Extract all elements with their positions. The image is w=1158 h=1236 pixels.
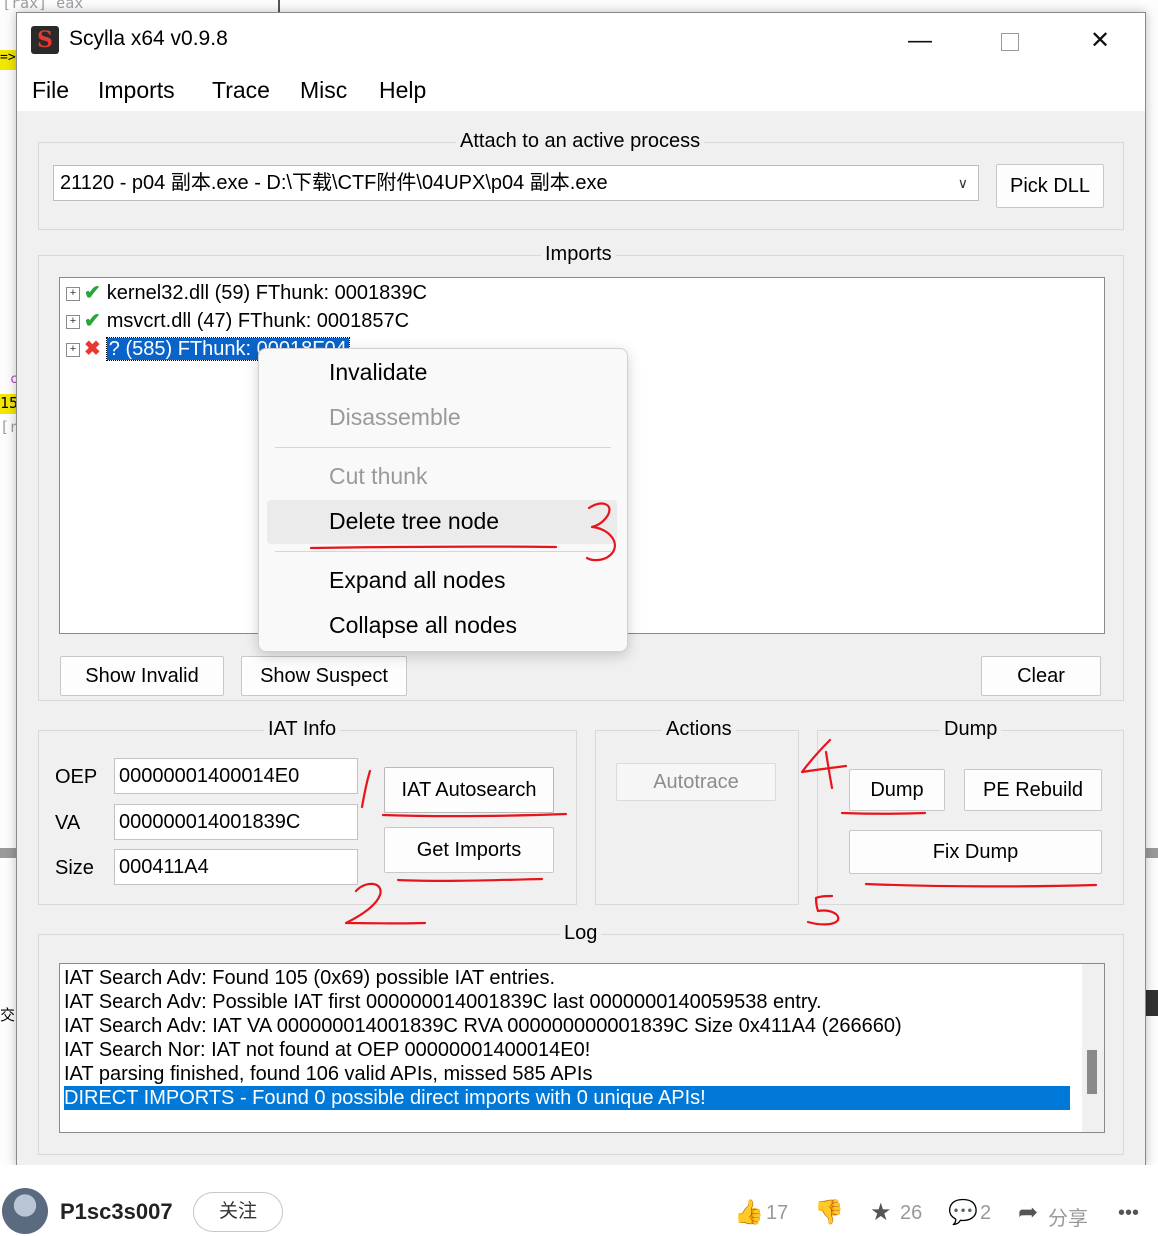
bg-bar [0,848,16,858]
log-list[interactable]: IAT Search Adv: Found 105 (0x69) possibl… [59,963,1105,1133]
menu-misc[interactable]: Misc [294,75,353,106]
actions-group: Actions Autotrace [595,718,799,905]
menu-item-invalidate[interactable]: Invalidate [329,359,427,386]
iat-info-group: IAT Info OEP 00000001400014E0 VA 0000000… [38,718,577,905]
more-icon[interactable]: ••• [1118,1202,1139,1225]
log-line: IAT Search Adv: Found 105 (0x69) possibl… [64,967,556,989]
va-label: VA [55,812,81,834]
iat-autosearch-button[interactable]: IAT Autosearch [384,767,554,813]
menu-trace[interactable]: Trace [206,75,276,106]
pick-dll-button[interactable]: Pick DLL [996,164,1104,208]
username[interactable]: P1sc3s007 [60,1199,173,1225]
bg-arrow: => [0,50,16,65]
cross-icon: ✖ [84,338,101,360]
imports-group-title: Imports [541,243,616,266]
menu-imports[interactable]: Imports [92,75,181,106]
iat-info-group-title: IAT Info [264,718,341,741]
size-field[interactable]: 000411A4 [114,849,358,885]
check-icon: ✔ [84,310,101,332]
menu-separator [275,447,611,448]
size-label: Size [55,857,94,879]
fix-dump-button[interactable]: Fix Dump [849,830,1102,874]
tree-node-label: msvcrt.dll (47) FThunk: 0001857C [106,310,410,332]
thumbs-up-icon[interactable]: 👍 [734,1198,764,1227]
stars-count: 26 [900,1202,923,1224]
log-scrollbar[interactable] [1082,964,1104,1132]
menu-help[interactable]: Help [373,75,432,106]
tree-node-kernel32[interactable]: + ✔ kernel32.dll (59) FThunk: 0001839C [66,280,427,306]
minimize-button[interactable]: — [897,21,943,61]
footer-bar [0,1165,1158,1236]
clear-button[interactable]: Clear [981,656,1101,696]
title-bar[interactable]: S Scylla x64 v0.9.8 — ✕ [17,13,1145,69]
tree-node-label: kernel32.dll (59) FThunk: 0001839C [106,282,427,304]
actions-group-title: Actions [662,718,736,741]
comment-icon[interactable]: 💬 [948,1198,978,1227]
menu-bar: File Imports Trace Misc Help [17,69,1145,111]
process-select-value: 21120 - p04 副本.exe - D:\下载\CTF附件\04UPX\p… [60,172,608,194]
log-group-title: Log [560,922,602,945]
maximize-button[interactable] [987,21,1033,61]
dump-group: Dump Dump PE Rebuild Fix Dump [817,718,1124,905]
expand-icon[interactable]: + [66,342,80,357]
log-line: IAT Search Adv: Possible IAT first 00000… [64,991,822,1013]
menu-item-delete-tree-node[interactable]: Delete tree node [329,508,499,535]
star-icon[interactable]: ★ [870,1198,892,1227]
attach-group-title: Attach to an active process [456,130,705,153]
bg-bar-right [1144,848,1158,858]
context-menu: Invalidate Disassemble Cut thunk Delete … [258,348,628,652]
comments-count: 2 [980,1202,992,1224]
window-title: Scylla x64 v0.9.8 [69,27,228,50]
share-label[interactable]: 分享 [1048,1202,1088,1231]
tree-node-msvcrt[interactable]: + ✔ msvcrt.dll (47) FThunk: 0001857C [66,308,409,334]
log-scroll-thumb[interactable] [1087,1050,1097,1094]
menu-item-expand-all[interactable]: Expand all nodes [329,567,505,594]
menu-item-collapse-all[interactable]: Collapse all nodes [329,612,517,639]
menu-file[interactable]: File [26,75,75,106]
check-icon: ✔ [84,282,101,304]
expand-icon[interactable]: + [66,314,80,329]
process-select[interactable]: 21120 - p04 副本.exe - D:\下载\CTF附件\04UPX\p… [53,165,979,201]
show-suspect-button[interactable]: Show Suspect [241,656,407,696]
bg-cn-text: 交 [0,1006,16,1024]
menu-separator [275,551,611,552]
menu-item-cut-thunk[interactable]: Cut thunk [329,463,427,490]
oep-label: OEP [55,766,98,788]
menu-item-disassemble[interactable]: Disassemble [329,404,461,431]
follow-button[interactable]: 关注 [193,1192,283,1232]
maximize-icon [1001,33,1019,51]
bg-asm-text: [rax] eax [2,0,84,12]
share-icon[interactable]: ➦ [1018,1198,1038,1227]
log-group: Log IAT Search Adv: Found 105 (0x69) pos… [38,922,1124,1155]
scylla-app-icon: S [31,26,59,54]
va-field[interactable]: 000000014001839C [114,804,358,840]
log-line-selected: DIRECT IMPORTS - Found 0 possible direct… [64,1086,1070,1110]
dump-group-title: Dump [940,718,1002,741]
attach-group: Attach to an active process 21120 - p04 … [38,130,1124,230]
pe-rebuild-button[interactable]: PE Rebuild [964,769,1102,811]
show-invalid-button[interactable]: Show Invalid [60,656,224,696]
log-line: IAT parsing finished, found 106 valid AP… [64,1063,593,1085]
likes-count: 17 [766,1202,789,1224]
chevron-down-icon: ∨ [957,175,968,191]
thumbs-down-icon[interactable]: 👎 [814,1198,844,1227]
avatar[interactable] [2,1188,48,1234]
log-line: IAT Search Adv: IAT VA 000000014001839C … [64,1015,902,1037]
dump-button[interactable]: Dump [849,769,945,811]
bg-bar-right-2 [1144,990,1158,1016]
oep-field[interactable]: 00000001400014E0 [114,758,358,794]
expand-icon[interactable]: + [66,286,80,301]
log-line: IAT Search Nor: IAT not found at OEP 000… [64,1039,591,1061]
autotrace-button[interactable]: Autotrace [616,763,776,801]
get-imports-button[interactable]: Get Imports [384,827,554,873]
close-button[interactable]: ✕ [1077,21,1123,61]
